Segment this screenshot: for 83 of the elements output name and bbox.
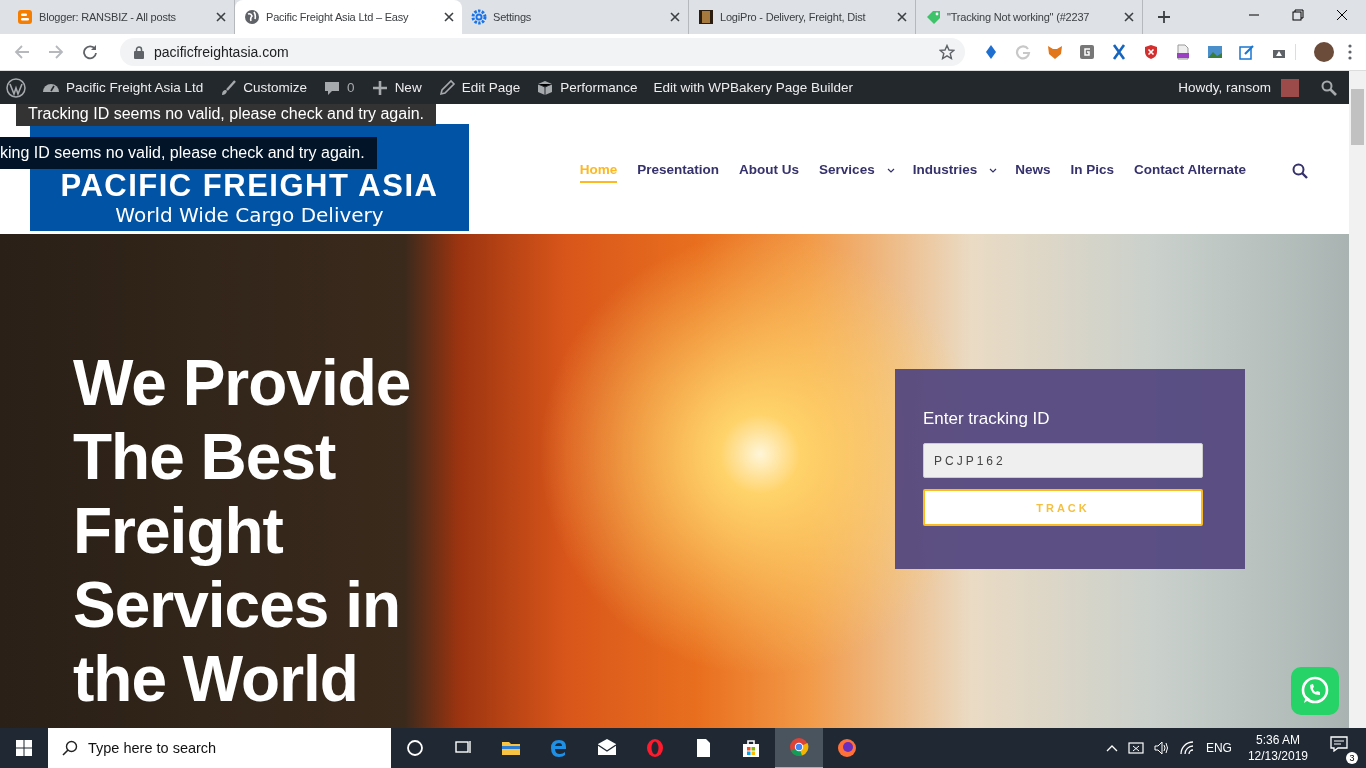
- pencil-icon: [437, 78, 456, 97]
- tag-icon: [925, 9, 941, 25]
- nav-link[interactable]: News: [1015, 158, 1051, 183]
- tab-title: Pacific Freight Asia Ltd – Easy: [266, 11, 410, 23]
- reload-icon[interactable]: [82, 44, 98, 60]
- fox-icon[interactable]: [1047, 44, 1063, 60]
- admin-bar-link[interactable]: Edit with WPBakery Page Builder: [653, 80, 854, 95]
- admin-bar-link[interactable]: Edit Page: [437, 78, 521, 97]
- nav-link[interactable]: About Us: [739, 158, 800, 183]
- admin-bar-link[interactable]: New: [370, 78, 422, 97]
- box-icon: [536, 78, 555, 97]
- admin-bar-link[interactable]: Pacific Freight Asia Ltd: [42, 80, 204, 95]
- close-icon[interactable]: [1124, 12, 1134, 22]
- close-icon[interactable]: [216, 12, 226, 22]
- star-icon[interactable]: [939, 44, 955, 60]
- letter-g-tile-icon[interactable]: [1079, 44, 1095, 60]
- hero-heading-line: the World: [73, 642, 359, 716]
- brush-icon: [219, 78, 238, 97]
- windows-icon[interactable]: [16, 740, 32, 756]
- tooltip: Tracking ID seems no valid, please check and try again.: [16, 104, 437, 126]
- nav-link[interactable]: Services: [819, 158, 875, 183]
- new-tab-icon[interactable]: [1157, 10, 1171, 24]
- shield-icon[interactable]: [1143, 44, 1159, 60]
- hero-heading-line: Services in: [73, 568, 401, 642]
- tracking-id-field[interactable]: PCJP162: [923, 443, 1203, 478]
- clock[interactable]: 5:36 AM 12/13/2019: [1247, 732, 1308, 764]
- admin-bar-link[interactable]: Performance: [536, 78, 638, 97]
- hero-heading-line: Freight: [73, 494, 284, 568]
- browser-tab[interactable]: Pacific Freight Asia Ltd – Easy: [235, 0, 462, 34]
- avatar-icon: [1281, 78, 1299, 97]
- admin-bar-link[interactable]: 0: [323, 78, 355, 97]
- gear-icon: [471, 9, 487, 25]
- search-icon: [62, 740, 78, 756]
- notification-count: 3: [1346, 752, 1358, 764]
- url-text: pacificfreightasia.com: [154, 44, 289, 60]
- admin-bar-link[interactable]: Customize: [219, 78, 308, 97]
- pencil-square-icon[interactable]: [1239, 44, 1255, 60]
- account-link[interactable]: Howdy, ransom: [1178, 78, 1299, 97]
- logo-title: PACIFIC FREIGHT ASIA: [60, 171, 439, 201]
- thumbnail-icon: [698, 9, 714, 25]
- notifications-button[interactable]: 3: [1324, 732, 1358, 764]
- avatar-icon[interactable]: [1314, 42, 1334, 62]
- tab-title: LogiPro - Delivery, Freight, Dist: [720, 11, 867, 23]
- search-icon[interactable]: [1292, 162, 1308, 179]
- chevron-down-icon[interactable]: [989, 168, 998, 173]
- network-icon[interactable]: [1127, 741, 1144, 755]
- logo-tagline: World Wide Cargo Delivery: [115, 202, 384, 229]
- search-icon[interactable]: [1321, 79, 1337, 96]
- tab-title: Blogger: RANSBIZ - All posts: [39, 11, 177, 23]
- wifi-icon[interactable]: [1179, 741, 1196, 755]
- wordpress-icon[interactable]: [6, 77, 26, 98]
- image-icon[interactable]: [1207, 44, 1223, 60]
- plus-icon: [370, 78, 389, 97]
- diamond-icon[interactable]: [983, 44, 999, 60]
- taskbar-search-field[interactable]: Type here to search: [48, 728, 391, 768]
- hero-heading-line: The Best: [73, 420, 337, 494]
- tab-title: "Tracking Not working" (#2237: [947, 11, 1091, 23]
- close-icon[interactable]: [670, 12, 680, 22]
- speech-bubble-icon: [1330, 736, 1348, 752]
- x-mark-icon[interactable]: [1111, 44, 1127, 60]
- dashboard-icon: [42, 83, 60, 92]
- nav-link[interactable]: Presentation: [637, 158, 720, 183]
- tab-title: Settings: [493, 11, 533, 23]
- nav-link[interactable]: In Pics: [1070, 158, 1114, 183]
- lock-icon: [134, 45, 144, 59]
- close-icon[interactable]: [897, 12, 907, 22]
- restore-icon[interactable]: [1292, 9, 1304, 21]
- hero-heading-line: We Provide: [73, 346, 411, 420]
- chevron-up-icon[interactable]: [1105, 744, 1118, 752]
- nav-link[interactable]: Industries: [912, 158, 978, 183]
- nav-link[interactable]: Contact Alternate: [1134, 158, 1246, 183]
- scrollbar[interactable]: [1349, 71, 1366, 728]
- close-icon[interactable]: [1336, 9, 1348, 21]
- speaker-icon[interactable]: [1153, 741, 1170, 755]
- close-icon[interactable]: [444, 12, 454, 22]
- tooltip: king ID seems no valid, please check and try again.: [0, 137, 377, 169]
- menu-icon[interactable]: [1348, 44, 1352, 60]
- field-label: Enter tracking ID: [923, 409, 1051, 429]
- chevron-down-icon[interactable]: [886, 168, 895, 173]
- blogger-icon: [17, 9, 33, 25]
- language-indicator[interactable]: ENG: [1205, 741, 1232, 755]
- address-field[interactable]: pacificfreightasia.com: [120, 38, 965, 66]
- chrome-icon[interactable]: [775, 727, 823, 768]
